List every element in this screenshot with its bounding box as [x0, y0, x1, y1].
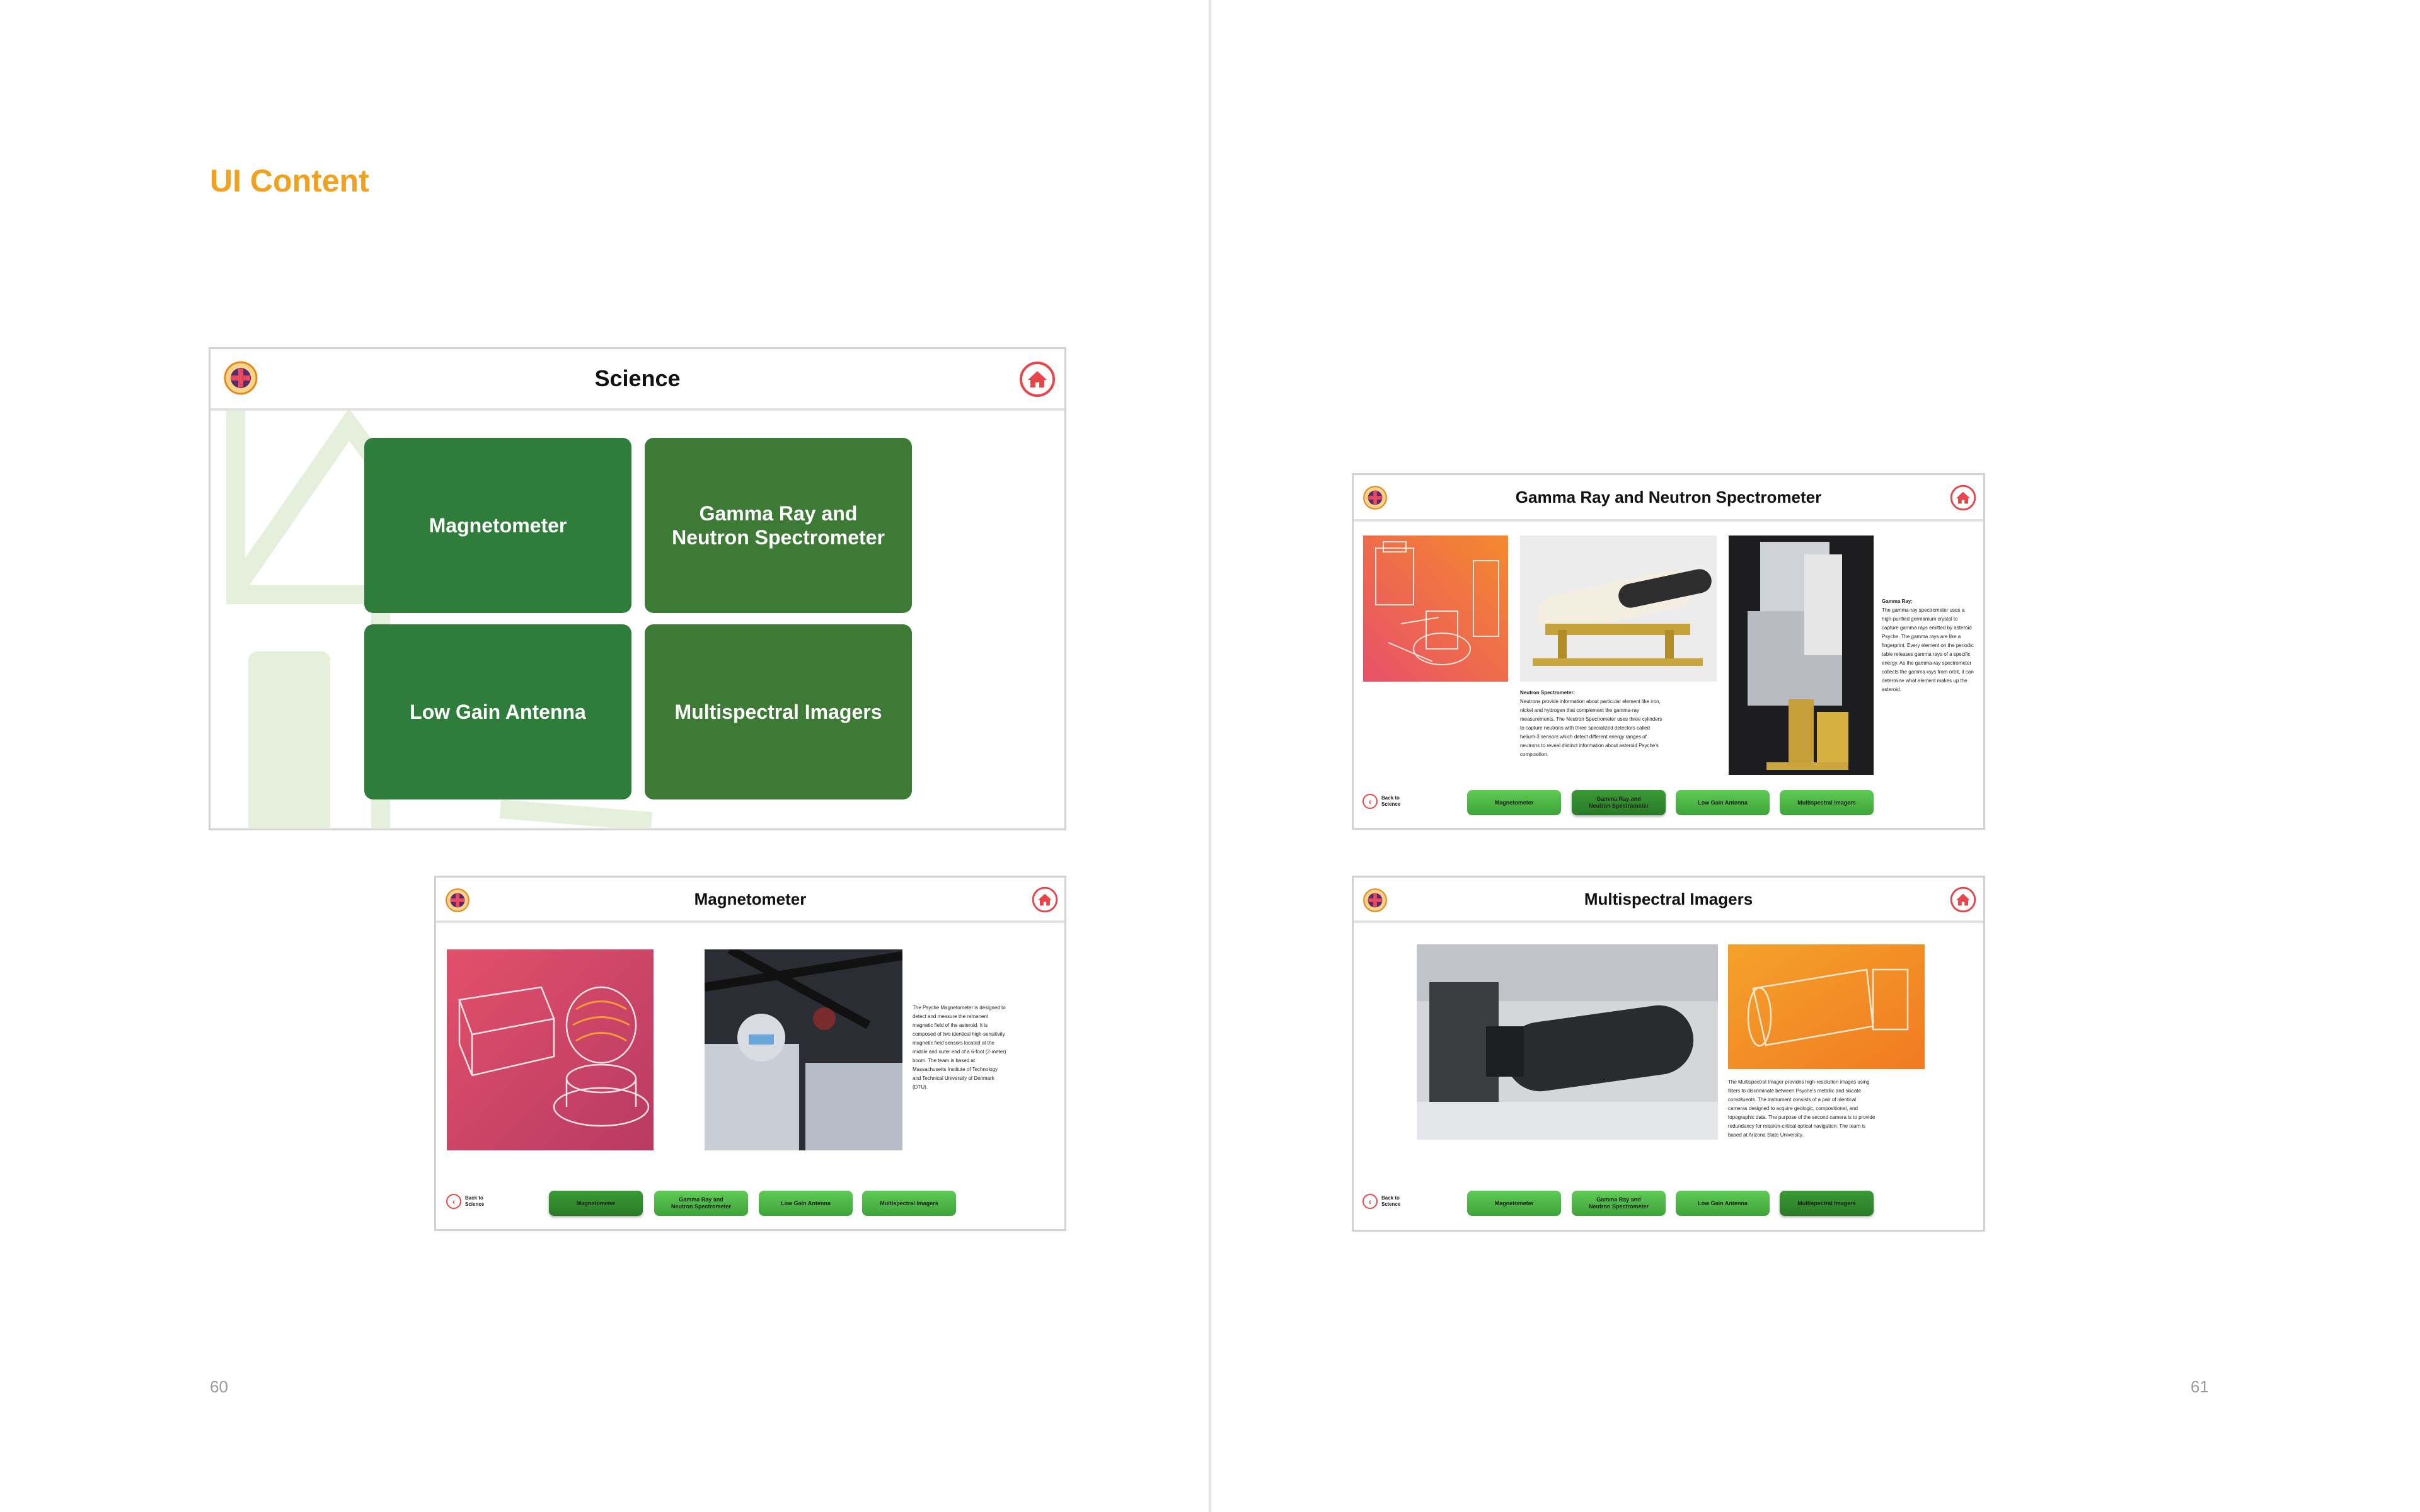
tile-low-gain-antenna[interactable]: Low Gain Antenna	[364, 624, 631, 799]
back-label: Back to Science	[465, 1195, 485, 1207]
grns-screen: Gamma Ray and Neutron Spectrometer Neutr…	[1352, 473, 1985, 830]
neutron-heading: Neutron Spectrometer:	[1520, 690, 1576, 696]
section-heading: UI Content	[210, 163, 369, 198]
screen-title: Science	[594, 365, 681, 391]
nav-gamma-ray-neutron-spectrometer[interactable]: Gamma Ray and Neutron Spectrometer	[654, 1191, 748, 1216]
tile-multispectral-imagers[interactable]: Multispectral Imagers	[645, 624, 912, 799]
back-arrow-icon: ‹	[1363, 1194, 1378, 1209]
magnetometer-photo	[705, 949, 902, 1150]
page-spread-divider	[1209, 0, 1211, 1512]
screen-title: Multispectral Imagers	[1584, 889, 1753, 908]
nav-low-gain-antenna[interactable]: Low Gain Antenna	[1676, 790, 1770, 815]
home-icon[interactable]	[1950, 886, 1976, 913]
science-screen: Science Magnetometer Gamma Ray and Neutr…	[209, 347, 1066, 830]
msi-header: Multispectral Imagers	[1354, 878, 1983, 923]
magnetometer-description: The Psyche Magnetometer is designed to d…	[913, 1005, 1006, 1090]
multispectral-imager-photo	[1417, 944, 1718, 1140]
screen-title: Magnetometer	[694, 889, 807, 908]
back-to-science-button[interactable]: ‹ Back to Science	[1363, 1194, 1400, 1209]
gamma-ray-description: The gamma-ray spectrometer uses a high-p…	[1882, 607, 1974, 692]
home-icon[interactable]	[1950, 484, 1976, 511]
home-icon[interactable]	[1032, 886, 1058, 913]
page-number-left: 60	[210, 1377, 228, 1396]
nav-magnetometer[interactable]: Magnetometer	[1467, 790, 1561, 815]
nav-low-gain-antenna[interactable]: Low Gain Antenna	[1676, 1191, 1770, 1216]
science-header: Science	[210, 349, 1064, 411]
msi-screen: Multispectral Imagers The Multispectral …	[1352, 876, 1985, 1232]
back-label: Back to Science	[1381, 1195, 1401, 1207]
page-number-right: 61	[2191, 1377, 2209, 1396]
neutron-description: Neutrons provide information about parti…	[1520, 699, 1662, 757]
background-illustration	[226, 406, 887, 828]
multispectral-description: The Multispectral Imager provides high-r…	[1728, 1079, 1876, 1138]
nav-multispectral-imagers[interactable]: Multispectral Imagers	[1780, 790, 1874, 815]
nav-low-gain-antenna[interactable]: Low Gain Antenna	[759, 1191, 853, 1216]
nav-multispectral-imagers[interactable]: Multispectral Imagers	[862, 1191, 956, 1216]
gamma-ray-heading: Gamma Ray:	[1882, 598, 1913, 604]
magnetometer-illustration	[447, 949, 654, 1150]
back-label: Back to Science	[1381, 795, 1401, 807]
neutron-spectrometer-photo	[1520, 536, 1717, 682]
nav-gamma-ray-neutron-spectrometer[interactable]: Gamma Ray and Neutron Spectrometer	[1572, 790, 1666, 815]
magnetometer-header: Magnetometer	[436, 878, 1064, 923]
home-icon[interactable]	[1019, 361, 1056, 398]
magnetometer-screen: Magnetometer The Psyche Magnetometer is …	[434, 876, 1066, 1231]
tile-gamma-ray-neutron-spectrometer[interactable]: Gamma Ray and Neutron Spectrometer	[645, 438, 912, 613]
grns-header: Gamma Ray and Neutron Spectrometer	[1354, 475, 1983, 522]
multispectral-imager-illustration	[1728, 944, 1925, 1069]
back-arrow-icon: ‹	[1363, 794, 1378, 809]
nav-multispectral-imagers[interactable]: Multispectral Imagers	[1780, 1191, 1874, 1216]
back-arrow-icon: ‹	[446, 1194, 461, 1209]
nav-magnetometer[interactable]: Magnetometer	[1467, 1191, 1561, 1216]
spectrometer-illustration	[1363, 536, 1508, 682]
screen-title: Gamma Ray and Neutron Spectrometer	[1515, 487, 1822, 507]
back-to-science-button[interactable]: ‹ Back to Science	[1363, 794, 1400, 809]
gamma-ray-spectrometer-photo	[1729, 536, 1874, 775]
back-to-science-button[interactable]: ‹ Back to Science	[446, 1194, 484, 1209]
tile-magnetometer[interactable]: Magnetometer	[364, 438, 631, 613]
nav-gamma-ray-neutron-spectrometer[interactable]: Gamma Ray and Neutron Spectrometer	[1572, 1191, 1666, 1216]
nav-magnetometer[interactable]: Magnetometer	[549, 1191, 643, 1216]
